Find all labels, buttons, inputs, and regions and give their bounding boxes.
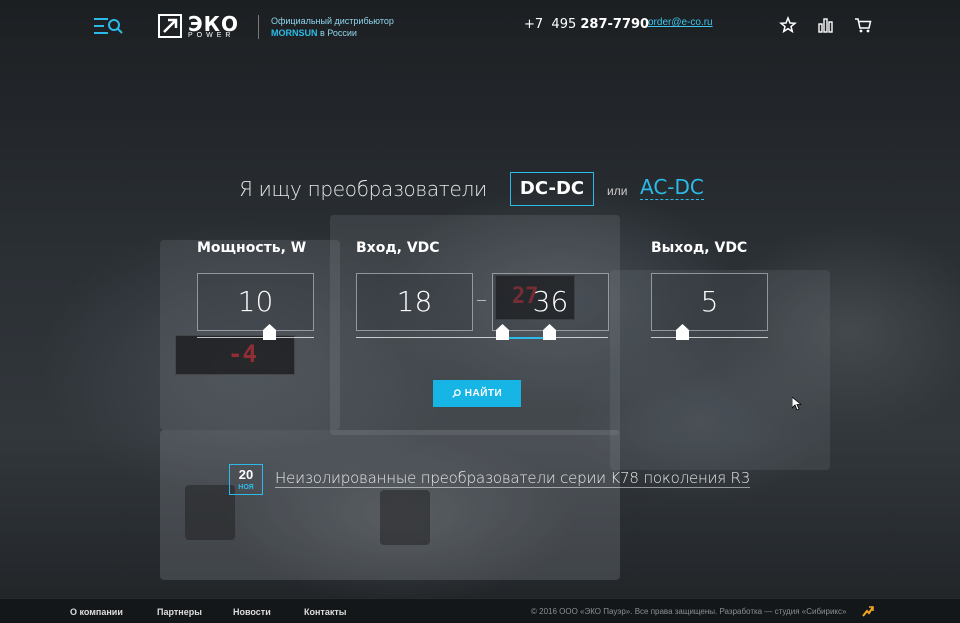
- output-slider-track[interactable]: [651, 337, 768, 338]
- phone-number[interactable]: +7 495 287-7790: [524, 17, 649, 32]
- output-label: Выход, VDC: [651, 240, 748, 256]
- footer-link-contacts[interactable]: Контакты: [304, 607, 346, 617]
- footer-link-partners[interactable]: Партнеры: [157, 607, 202, 617]
- tagline-rest: в России: [317, 28, 357, 38]
- acdc-option[interactable]: AC-DC: [640, 175, 704, 200]
- find-button-label: НАЙТИ: [464, 388, 503, 399]
- input-slider-track[interactable]: [356, 337, 608, 338]
- background-photo: -4 27: [0, 0, 960, 623]
- or-text: или: [607, 184, 628, 198]
- power-label: Мощность, W: [197, 240, 307, 256]
- mouse-cursor-icon: [792, 397, 802, 411]
- phone-main: 287-7790: [580, 17, 650, 32]
- studio-logo-icon[interactable]: [862, 605, 874, 617]
- menu-search-icon[interactable]: [94, 16, 124, 36]
- chart-icon[interactable]: [816, 16, 834, 34]
- logo-subtext: POWER: [188, 32, 235, 39]
- logo-arrow-icon: [158, 14, 182, 38]
- phone-prefix: +7 495: [524, 17, 581, 32]
- tagline-line1: Официальный дистрибьютор: [271, 16, 394, 26]
- input-min-field[interactable]: 18: [356, 273, 473, 331]
- output-input[interactable]: 5: [651, 273, 768, 331]
- distributor-tagline: Официальный дистрибьютор MORNSUN в Росси…: [258, 15, 394, 39]
- cart-icon[interactable]: [854, 16, 872, 34]
- range-dash: [477, 300, 486, 301]
- dcdc-option[interactable]: DC-DC: [510, 172, 594, 206]
- input-max-field[interactable]: 36: [492, 273, 609, 331]
- email-link[interactable]: order@e-co.ru: [648, 17, 713, 28]
- find-button[interactable]: НАЙТИ: [433, 380, 521, 407]
- star-icon[interactable]: [779, 16, 797, 34]
- input-min-handle[interactable]: [496, 324, 509, 340]
- news-title-link[interactable]: Неизолированные преобразователи серии K7…: [275, 469, 750, 488]
- news-month: НОЯ: [238, 484, 254, 491]
- hero-title: Я ищу преобразователи: [239, 177, 487, 201]
- hero-title-row: Я ищу преобразователи DC-DC или AC-DC: [0, 172, 960, 206]
- input-max-handle[interactable]: [543, 324, 556, 340]
- logo[interactable]: ЭКО POWER: [158, 12, 250, 42]
- power-slider-handle[interactable]: [263, 324, 276, 340]
- copyright-text: © 2016 ООО «ЭКО Пауэр». Все права защище…: [531, 607, 847, 616]
- tagline-brand: MORNSUN: [271, 28, 318, 38]
- news-date-badge: 20 НОЯ: [229, 464, 263, 495]
- site-footer: О компании Партнеры Новости Контакты © 2…: [0, 598, 960, 623]
- search-icon: [452, 389, 461, 398]
- output-slider-handle[interactable]: [676, 324, 689, 340]
- power-input[interactable]: 10: [197, 273, 314, 331]
- footer-link-about[interactable]: О компании: [70, 607, 123, 617]
- news-day: 20: [238, 467, 254, 482]
- site-header: ЭКО POWER Официальный дистрибьютор MORNS…: [0, 0, 960, 50]
- footer-link-news[interactable]: Новости: [233, 607, 271, 617]
- power-slider-track[interactable]: [197, 337, 314, 338]
- input-label: Вход, VDC: [356, 240, 440, 256]
